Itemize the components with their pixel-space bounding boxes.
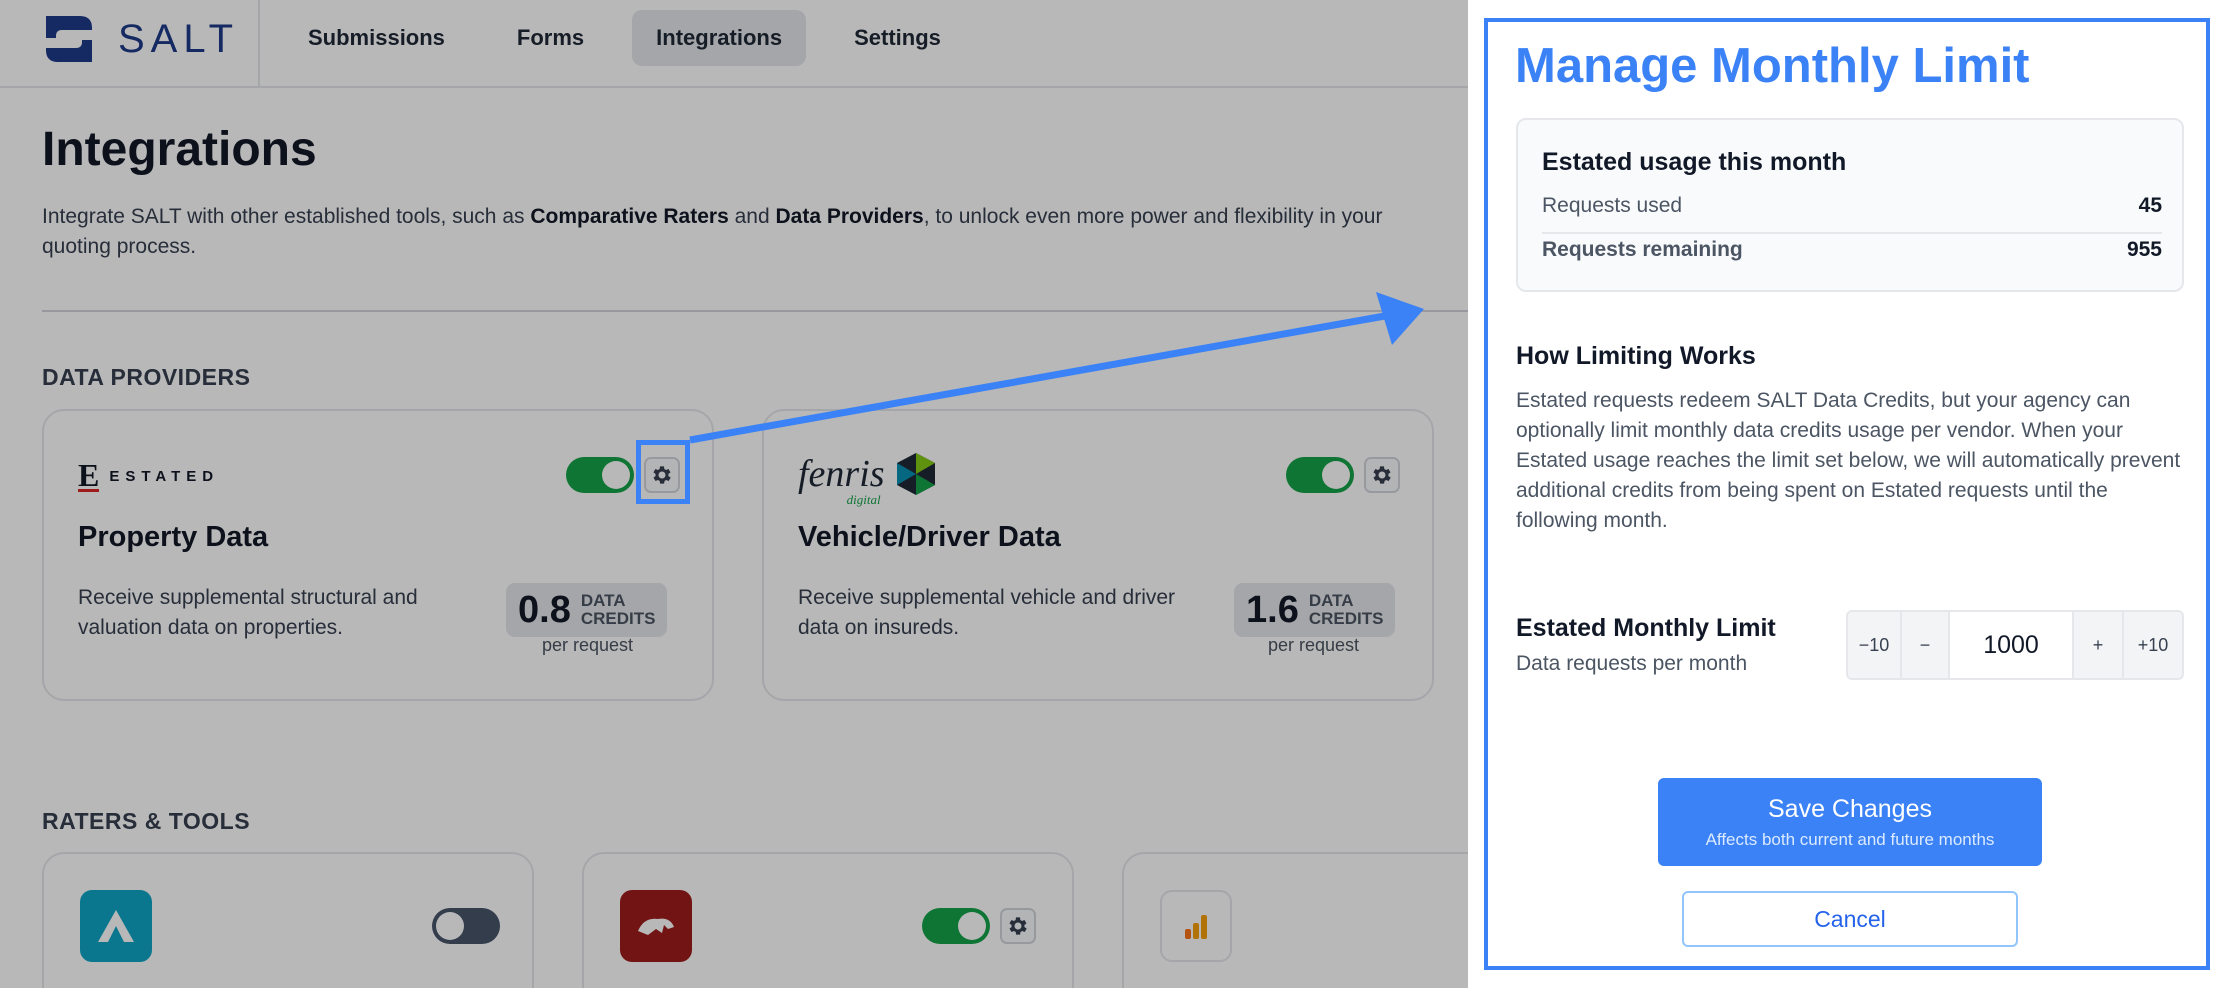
decrement-button[interactable]: −: [1902, 612, 1950, 678]
monthly-limit-label: Estated Monthly Limit: [1516, 614, 1776, 642]
monthly-limit-input[interactable]: [1950, 612, 2074, 678]
how-limiting-works-heading: How Limiting Works: [1516, 342, 1756, 370]
save-button-sublabel: Affects both current and future months: [1705, 829, 1995, 849]
requests-used-row: Requests used 45: [1542, 194, 2162, 218]
increment-button[interactable]: +: [2074, 612, 2124, 678]
usage-divider: [1542, 232, 2162, 234]
increment-10-button[interactable]: +10: [2124, 612, 2182, 678]
how-limiting-works-text: Estated requests redeem SALT Data Credit…: [1516, 389, 2181, 532]
modal-backdrop[interactable]: [0, 0, 1468, 988]
requests-remaining-row: Requests remaining 955: [1542, 238, 2162, 262]
requests-remaining-label: Requests remaining: [1542, 238, 1743, 261]
cancel-button[interactable]: Cancel: [1682, 891, 2018, 947]
usage-title: Estated usage this month: [1542, 148, 1847, 176]
monthly-limit-sublabel: Data requests per month: [1516, 652, 1748, 675]
save-changes-button[interactable]: Save Changes Affects both current and fu…: [1658, 778, 2042, 866]
save-button-label: Save Changes: [1767, 794, 1932, 823]
requests-remaining-value: 955: [2126, 238, 2162, 261]
decrement-10-button[interactable]: −10: [1848, 612, 1902, 678]
usage-summary: Estated usage this month Requests used 4…: [1516, 118, 2184, 292]
requests-used-value: 45: [2138, 194, 2162, 217]
settings-highlight-box: [636, 440, 690, 504]
requests-used-label: Requests used: [1542, 194, 1683, 217]
monthly-limit-stepper: −10 − + +10: [1846, 610, 2184, 680]
drawer-title: Manage Monthly Limit: [1515, 39, 2030, 93]
